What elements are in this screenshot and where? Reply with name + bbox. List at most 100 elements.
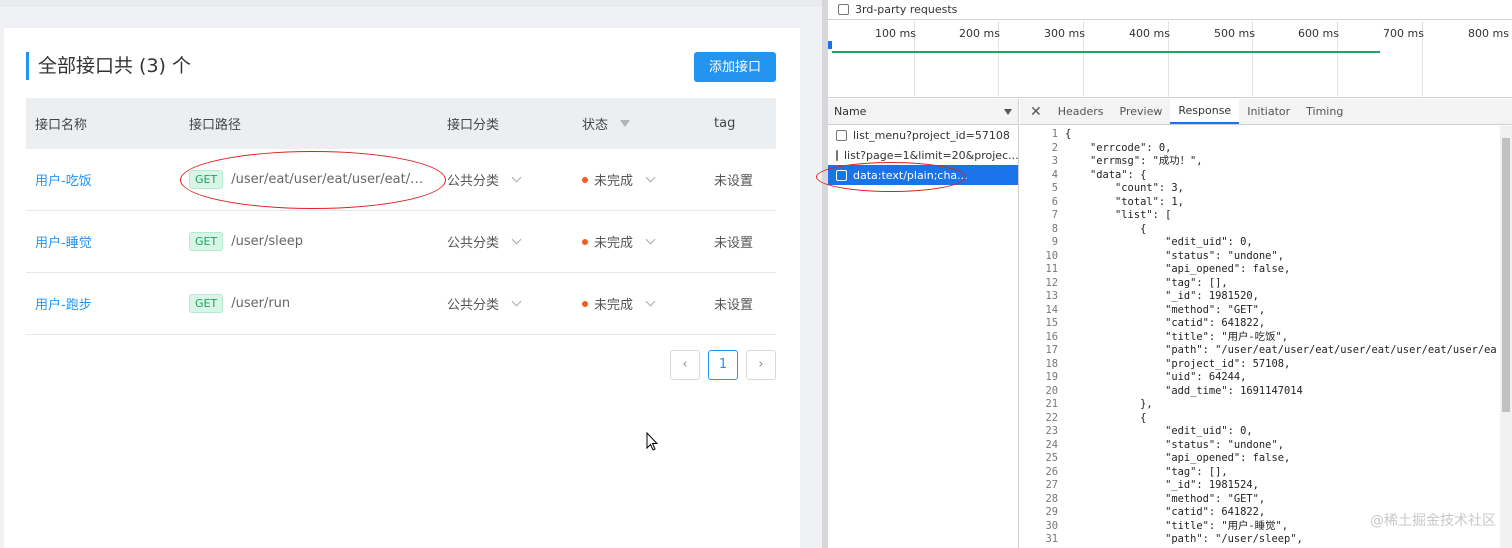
status-select[interactable]: 未完成 (582, 294, 705, 313)
pagination: ‹ 1 › (670, 350, 776, 380)
response-line: "path": "/user/sleep", (1065, 533, 1303, 545)
response-line: "method": "GET", (1065, 492, 1266, 505)
column-header-status[interactable]: 状态 (582, 114, 705, 133)
line-number: 12 (1045, 276, 1058, 289)
request-item[interactable]: list_menu?project_id=57108 (828, 125, 1018, 145)
tab-preview[interactable]: Preview (1112, 99, 1171, 124)
line-number: 5 (1051, 182, 1058, 194)
line-number: 17 (1045, 344, 1058, 356)
prev-page-button[interactable]: ‹ (670, 350, 700, 380)
interface-name-link[interactable]: 用户-睡觉 (35, 236, 92, 251)
line-number: 11 (1045, 263, 1058, 275)
column-header-category: 接口分类 (447, 118, 500, 133)
line-number: 28 (1045, 492, 1058, 505)
chevron-down-icon (645, 234, 656, 245)
response-line: "add_time": 1691147014 (1065, 384, 1303, 397)
line-number: 20 (1045, 384, 1058, 397)
chevron-down-icon (511, 234, 522, 245)
timeline-tick-label: 600 ms (1298, 27, 1339, 40)
interface-table: 接口名称 接口路径 接口分类 状态 tag 用户-吃饭 GET/user/eat… (26, 98, 776, 335)
category-select[interactable]: 公共分类 (438, 294, 582, 313)
response-line: "catid": 641822, (1065, 317, 1266, 329)
chevron-down-icon (645, 172, 656, 183)
category-select[interactable]: 公共分类 (438, 170, 582, 189)
response-line: "status": "undone", (1065, 249, 1284, 262)
filter-icon[interactable] (620, 120, 631, 127)
response-line: "errcode": 0, (1065, 141, 1172, 154)
line-number: 10 (1045, 249, 1058, 262)
line-number: 9 (1051, 236, 1058, 248)
line-number: 6 (1051, 195, 1058, 208)
name-column-header[interactable]: Name (828, 99, 1018, 125)
interface-name-link[interactable]: 用户-吃饭 (35, 174, 92, 189)
third-party-requests-toggle[interactable]: 3rd-party requests (828, 0, 1512, 20)
tab-response[interactable]: Response (1170, 99, 1240, 124)
table-header: 接口名称 接口路径 接口分类 状态 tag (26, 98, 776, 149)
request-item[interactable]: list?page=1&limit=20&projec... (828, 145, 1018, 165)
request-detail-panel: ✕ Headers Preview Response Initiator Tim… (1020, 99, 1512, 548)
interface-path: /user/run (231, 296, 291, 311)
sort-dropdown-icon[interactable] (1004, 108, 1012, 115)
response-line: "list": [ (1065, 209, 1172, 221)
response-line: "title": "用户-吃饭", (1065, 330, 1288, 343)
api-list-app: 全部接口共 (3) 个 添加接口 接口名称 接口路径 接口分类 状态 tag 用… (0, 0, 822, 548)
annotation-ellipse (816, 162, 966, 192)
response-line: "method": "GET", (1065, 303, 1266, 316)
response-line: }, (1065, 398, 1153, 410)
line-number: 2 (1051, 141, 1058, 154)
response-line: { (1065, 411, 1147, 424)
tab-timing[interactable]: Timing (1298, 99, 1351, 124)
timeline-tick-label: 700 ms (1383, 27, 1424, 40)
line-number: 29 (1045, 506, 1058, 518)
line-number: 25 (1045, 452, 1058, 464)
response-line: "api_opened": false, (1065, 452, 1291, 464)
tab-initiator[interactable]: Initiator (1239, 99, 1298, 124)
scrollbar[interactable] (1500, 126, 1512, 548)
response-line: "status": "undone", (1065, 438, 1284, 451)
category-select[interactable]: 公共分类 (438, 232, 582, 251)
line-number: 7 (1051, 209, 1058, 221)
method-badge: GET (189, 232, 224, 251)
add-interface-button[interactable]: 添加接口 (694, 52, 776, 82)
response-line: "edit_uid": 0, (1065, 425, 1253, 437)
next-page-button[interactable]: › (746, 350, 776, 380)
checkbox-icon[interactable] (838, 4, 849, 15)
response-body[interactable]: 1 2 3 4 5 6 7 8 9 10 11 12 13 14 15 16 17 18 19 20 21 22 23 24 2… (1020, 126, 1500, 548)
interface-name-link[interactable]: 用户-跑步 (35, 298, 92, 313)
network-timeline[interactable]: 100 ms 200 ms 300 ms 400 ms 500 ms 600 m… (828, 21, 1512, 98)
response-line: "_id": 1981524, (1065, 479, 1259, 491)
tab-headers[interactable]: Headers (1050, 99, 1112, 124)
checkbox-icon (836, 129, 847, 141)
response-text: { "errcode": 0, "errmsg": "成功！", "data":… (1065, 128, 1497, 547)
close-icon[interactable]: ✕ (1020, 99, 1050, 124)
line-number: 3 (1051, 155, 1058, 167)
method-badge: GET (189, 294, 224, 313)
status-select[interactable]: 未完成 (582, 170, 705, 189)
line-number: 22 (1045, 411, 1058, 424)
line-number: 14 (1045, 303, 1058, 316)
timeline-tick-label: 100 ms (875, 27, 916, 40)
response-line: "api_opened": false, (1065, 263, 1291, 275)
line-number: 19 (1045, 371, 1058, 383)
scrollbar-thumb[interactable] (1502, 138, 1510, 412)
status-select[interactable]: 未完成 (582, 232, 705, 251)
line-number: 1 (1051, 128, 1058, 140)
interface-path: /user/eat/user/eat/user/eat/user/e... (231, 172, 431, 187)
devtools-network-panel: 3rd-party requests 100 ms 200 ms 300 ms … (816, 0, 1512, 548)
watermark: @稀土掘金技术社区 (1370, 513, 1496, 529)
timeline-tick-label: 800 ms (1468, 27, 1509, 40)
line-number: 18 (1045, 357, 1058, 370)
line-number: 26 (1045, 465, 1058, 478)
response-line: { (1065, 222, 1147, 235)
line-numbers: 1 2 3 4 5 6 7 8 9 10 11 12 13 14 15 16 17 18 19 20 21 22 23 24 2… (1020, 128, 1058, 547)
status-dot-icon (582, 238, 588, 245)
checkbox-icon (836, 149, 838, 161)
response-line: "total": 1, (1065, 195, 1184, 208)
page-number-button[interactable]: 1 (708, 350, 738, 380)
method-badge: GET (189, 170, 224, 189)
timeline-request-bar (832, 51, 1380, 53)
line-number: 24 (1045, 438, 1058, 451)
top-bar (0, 0, 822, 6)
line-number: 31 (1045, 533, 1058, 545)
timeline-tick-label: 400 ms (1129, 27, 1170, 40)
